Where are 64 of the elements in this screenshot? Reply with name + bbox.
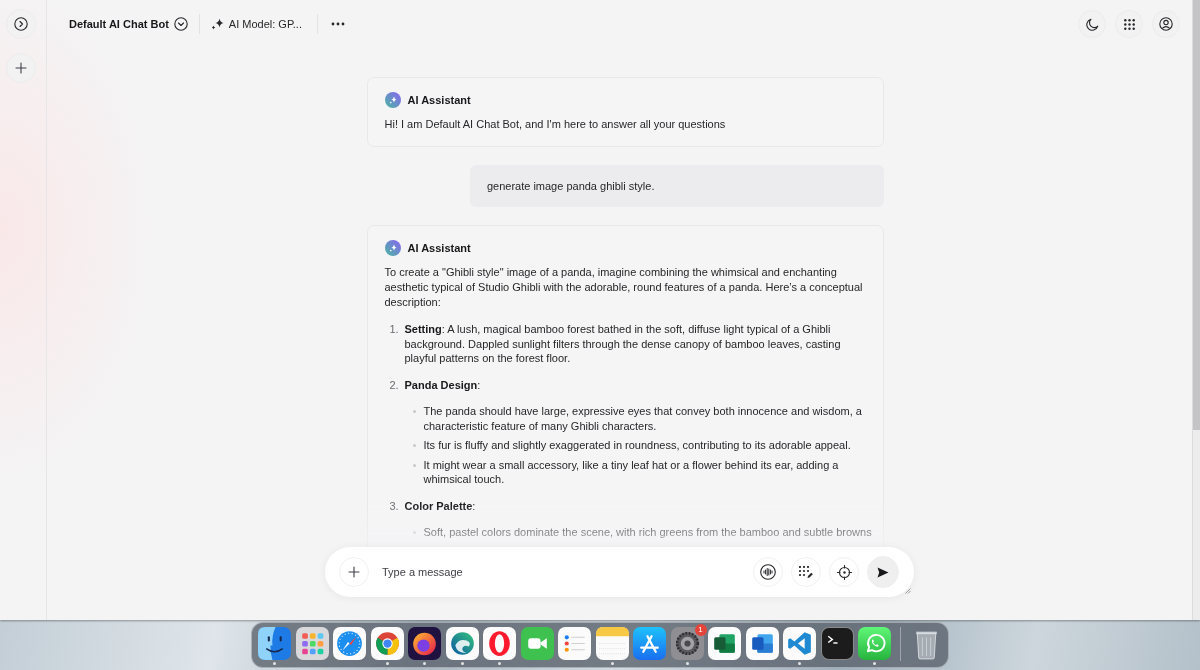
smiling-face-icon[interactable] [258,627,291,660]
video-camera-icon[interactable] [520,627,554,660]
chevron-right-icon [13,17,28,31]
voice-input-button[interactable] [753,557,783,587]
message-text: Hi! I am Default AI Chat Bot, and I'm here to answer all your questions [384,117,727,132]
dots-pencil-icon [799,565,813,579]
sparkle-icon [210,18,224,30]
plus-icon [14,62,27,74]
notepad-icon[interactable] [595,627,629,660]
bullet-icon [412,463,416,467]
checklist-icon[interactable] [558,627,591,660]
more-dots-icon [331,22,345,26]
bot-selector-button[interactable]: Default AI Chat Bot [69,17,188,31]
target-button[interactable] [829,557,859,587]
list-number: 2. [389,377,400,393]
assistant-avatar-icon [384,92,401,108]
list-item-text: Setting: A lush, magical bamboo forest bathed in the soft, diffuse light typical of a Ghibli background. Dappled sunlight filters through the dense canopy of bamboo leaves, casting playful patterns on the forest floor. [404,322,842,366]
apps-button[interactable] [1115,10,1143,38]
terminal-icon[interactable] [820,627,854,660]
bullet-text: Its fur is fluffy and slightly exaggerated in roundness, contributing to its adorable appeal. [423,438,851,453]
chevron-down-circle-icon [173,17,188,31]
list-item-text: Panda Design: [404,377,482,392]
waveform-icon [760,564,776,580]
profile-button[interactable] [1152,10,1180,38]
theme-toggle-button[interactable] [1078,10,1106,38]
bullet-text: Soft, pastel colors dominate the scene, with rich greens from the bamboo and subtle browns [423,525,872,540]
sender-name: AI Assistant [407,242,471,254]
oval-ring-icon[interactable] [483,627,516,660]
swirl-icon[interactable] [445,627,479,660]
document-icon[interactable] [745,627,779,660]
resize-handle-icon[interactable] [905,588,911,594]
more-button[interactable] [331,22,345,26]
list-item-text: Color Palette: [404,498,477,513]
crosshair-icon [836,564,852,580]
expand-sidebar-button[interactable] [5,9,36,39]
list-number: 3. [389,498,400,514]
moon-icon [1085,17,1099,31]
attach-button[interactable] [339,557,369,587]
message-text: To create a "Ghibli style" image of a panda, imagine combining the whimsical and enchanting aesthetic typical of Studio Ghibli with the adorable, round features of a panda. Here’s a conceptual description: [384,265,864,310]
user-icon [1159,17,1173,31]
user-message: generate image panda ghibli style. [469,165,884,207]
scrollbar-thumb[interactable] [1193,0,1200,430]
bullet-text: The panda should have large, expressive eyes that convey both innocence and wisdom, a characteristic feature of many Ghibli characters. [423,404,863,433]
sender-name: AI Assistant [407,94,471,106]
assistant-avatar-icon [384,240,401,256]
phone-bubble-icon[interactable] [858,627,891,660]
flame-globe-icon[interactable] [408,627,441,660]
list-number: 1. [389,322,400,337]
bullet-icon [412,444,416,447]
bullet-text: It might wear a small accessory, like a tiny leaf hat or a flower behind its ear, adding a whimsical touch. [423,457,840,487]
spreadsheet-icon[interactable] [708,627,741,660]
grid-icon [1123,18,1135,30]
message-input[interactable]: Type a message [382,564,745,580]
send-icon [877,566,889,578]
letter-a-tile-icon[interactable] [633,627,666,660]
ribbon-logo-icon[interactable] [783,627,816,660]
prompt-tools-button[interactable] [791,557,821,587]
model-selector-button[interactable]: AI Model: GP... [210,18,302,30]
compass-icon[interactable] [333,627,366,660]
new-chat-button[interactable] [5,53,36,83]
gear-icon[interactable] [670,627,704,660]
plus-icon [348,566,360,578]
bullet-icon [412,410,416,413]
send-button[interactable] [867,556,899,588]
